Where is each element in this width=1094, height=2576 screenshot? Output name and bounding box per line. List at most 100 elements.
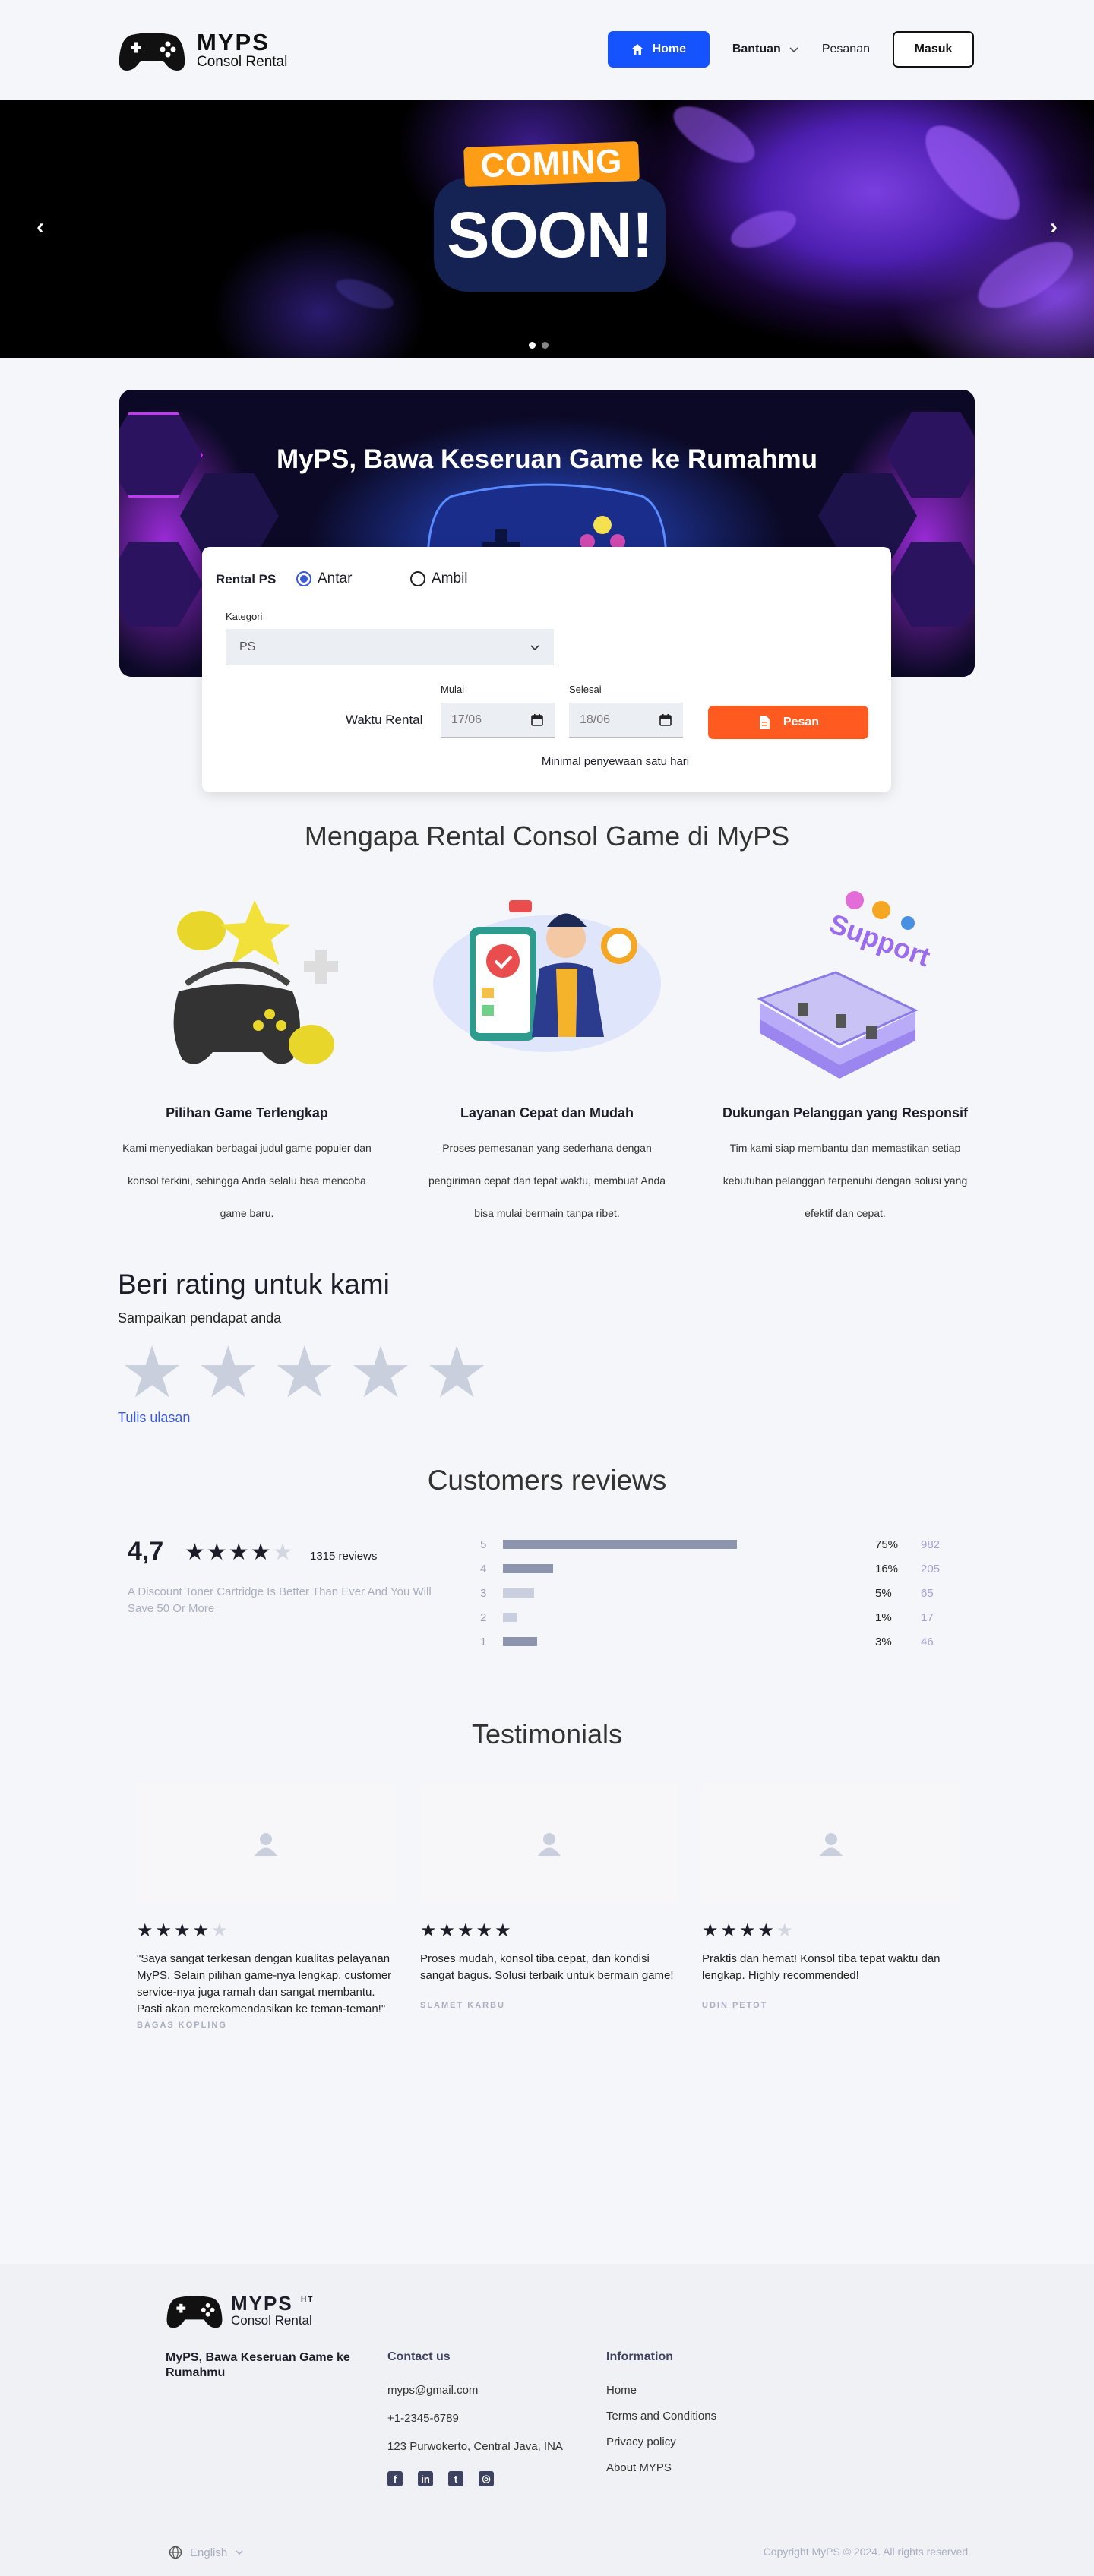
footer-information: Information Home Terms and Conditions Pr… <box>606 2350 716 2487</box>
testimonial-avatar <box>137 1783 395 1904</box>
rating-bar-count: 205 <box>921 1562 941 1576</box>
star-icon[interactable]: ★ <box>349 1337 413 1408</box>
feature-text: Kami menyediakan berbagai judul game pop… <box>122 1142 372 1219</box>
chevron-down-icon <box>789 47 798 53</box>
rating-bar-row: 5 75% 982 <box>480 1532 940 1557</box>
testimonials-title: Testimonials <box>471 1718 623 1749</box>
star-icon: ★★★★ <box>185 1540 273 1565</box>
brand-logo[interactable]: MYPS Consol Rental <box>118 29 287 72</box>
carousel-prev-icon[interactable]: ‹ <box>36 214 44 240</box>
testimonial-quote: Proses mudah, konsol tiba cepat, dan kon… <box>420 1952 674 1982</box>
average-stars: ★★★★★ <box>185 1539 294 1566</box>
feature-card: Pilihan Game Terlengkap Kami menyediakan… <box>118 1105 376 1230</box>
brand-subtitle: Consol Rental <box>197 53 288 70</box>
fast-service-illustration-icon <box>433 900 661 1052</box>
testimonial-card: ★★★★★ Proses mudah, konsol tiba cepat, d… <box>420 1783 678 2010</box>
footer-link-about[interactable]: About MYPS <box>606 2461 716 2474</box>
language-selector[interactable]: English <box>169 2546 244 2559</box>
testimonial-author: UDIN PETOT <box>702 2001 768 2010</box>
carousel-dots <box>529 342 549 349</box>
calendar-icon <box>659 713 672 726</box>
instagram-icon[interactable]: ◎ <box>479 2471 494 2486</box>
testimonial-stars: ★★★★★ <box>420 1920 678 1942</box>
footer-contact-title: Contact us <box>387 2350 451 2363</box>
testimonial-card: ★★★★★ Praktis dan hemat! Konsol tiba tep… <box>702 1783 960 2010</box>
nav-orders-link[interactable]: Pesanan <box>822 43 870 56</box>
start-date-value: 17/06 <box>451 713 482 726</box>
end-date-label: Selesai <box>569 684 602 695</box>
footer-link-terms[interactable]: Terms and Conditions <box>606 2410 716 2423</box>
end-date-input[interactable]: 18/06 <box>569 703 683 738</box>
footer-phone[interactable]: +1-2345-6789 <box>387 2412 563 2425</box>
facebook-icon[interactable]: f <box>387 2471 403 2486</box>
footer-logo[interactable]: MYPS HT Consol Rental <box>166 2293 312 2329</box>
nav-help-dropdown[interactable]: Bantuan <box>732 43 799 56</box>
header: MYPS Consol Rental Home Bantuan Pesanan … <box>0 0 1094 100</box>
star-icon[interactable]: ★ <box>425 1337 489 1408</box>
footer-link-home[interactable]: Home <box>606 2384 716 2397</box>
rating-bar-count: 65 <box>921 1586 934 1600</box>
twitter-icon[interactable]: t <box>448 2471 463 2486</box>
testimonial-stars: ★★★★★ <box>702 1920 960 1942</box>
rating-bar-percent: 5% <box>875 1586 892 1600</box>
carousel-dot-active[interactable] <box>529 342 536 349</box>
rental-type-label: Rental PS <box>216 572 277 586</box>
category-label: Kategori <box>226 611 263 622</box>
banner-title: MyPS, Bawa Keseruan Game ke Rumahmu <box>277 444 817 474</box>
carousel-next-icon[interactable]: › <box>1050 214 1058 240</box>
footer-link-privacy[interactable]: Privacy policy <box>606 2435 716 2448</box>
rating-bar-fill <box>503 1613 517 1622</box>
gamepad-logo-icon <box>166 2296 223 2328</box>
carousel-dot[interactable] <box>542 342 549 349</box>
coming-text: COMING <box>463 141 640 187</box>
rating-bar-percent: 3% <box>875 1635 892 1648</box>
rating-bar-star: 4 <box>480 1562 487 1576</box>
footer-brand-text: MYPS <box>231 2292 293 2315</box>
radio-pickup-circle[interactable] <box>410 571 425 586</box>
soon-text: SOON! <box>434 178 666 292</box>
star-empty-icon: ★ <box>776 1920 795 1941</box>
star-icon[interactable]: ★ <box>273 1337 337 1408</box>
calendar-icon <box>531 713 543 726</box>
footer-brand-name: MYPS HT <box>231 2293 312 2313</box>
rating-distribution: 5 75% 982 4 16% 205 3 5% 65 2 1% 17 1 3% 46 <box>480 1532 940 1654</box>
rating-bar-fill <box>503 1637 538 1646</box>
nav-home-button[interactable]: Home <box>607 31 710 68</box>
radio-pickup[interactable]: Ambil <box>410 571 468 587</box>
star-icon[interactable]: ★ <box>196 1337 260 1408</box>
testimonial-card: ★★★★★ "Saya sangat terkesan dengan kuali… <box>137 1783 395 2030</box>
star-icon[interactable]: ★ <box>120 1337 184 1408</box>
footer-tagline: MyPS, Bawa Keseruan Game ke Rumahmu <box>166 2351 350 2379</box>
rating-bar-track <box>503 1613 845 1622</box>
radio-deliver-circle[interactable] <box>296 571 311 586</box>
home-icon <box>631 44 643 55</box>
category-select[interactable]: PS <box>226 629 554 665</box>
star-icon: ★★★★ <box>137 1920 212 1941</box>
hero-carousel: SOON! COMING ‹ › <box>0 100 1094 358</box>
rating-bar-count: 982 <box>921 1538 941 1551</box>
login-button[interactable]: Masuk <box>893 31 974 68</box>
rating-bar-track <box>503 1564 845 1573</box>
testimonial-author: BAGAS KOPLING <box>137 2021 227 2030</box>
rating-subtitle: Sampaikan pendapat anda <box>118 1310 282 1326</box>
star-icon: ★★★★★ <box>420 1920 514 1941</box>
gamepad-3d-illustration-icon <box>173 900 338 1064</box>
start-date-input[interactable]: 17/06 <box>441 703 555 738</box>
rating-bar-row: 2 1% 17 <box>480 1605 940 1629</box>
rating-bar-row: 3 5% 65 <box>480 1581 940 1605</box>
user-icon <box>820 1833 843 1856</box>
radio-deliver[interactable]: Antar <box>296 571 352 587</box>
linkedin-icon[interactable]: in <box>418 2471 433 2486</box>
coming-soon-graphic: SOON! COMING <box>434 141 666 319</box>
order-submit-label: Pesan <box>783 716 820 729</box>
reviews-title: Customers reviews <box>427 1465 667 1496</box>
order-submit-button[interactable]: Pesan <box>708 706 868 739</box>
write-review-link[interactable]: Tulis ulasan <box>118 1410 190 1426</box>
globe-icon <box>169 2546 182 2559</box>
footer-email[interactable]: myps@gmail.com <box>387 2384 563 2397</box>
rating-bar-star: 2 <box>480 1610 487 1624</box>
footer-info-title: Information <box>606 2350 673 2363</box>
feature-title: Dukungan Pelanggan yang Responsif <box>722 1105 969 1120</box>
star-empty-icon: ★ <box>211 1920 230 1941</box>
why-title: Mengapa Rental Consol Game di MyPS <box>304 820 790 852</box>
